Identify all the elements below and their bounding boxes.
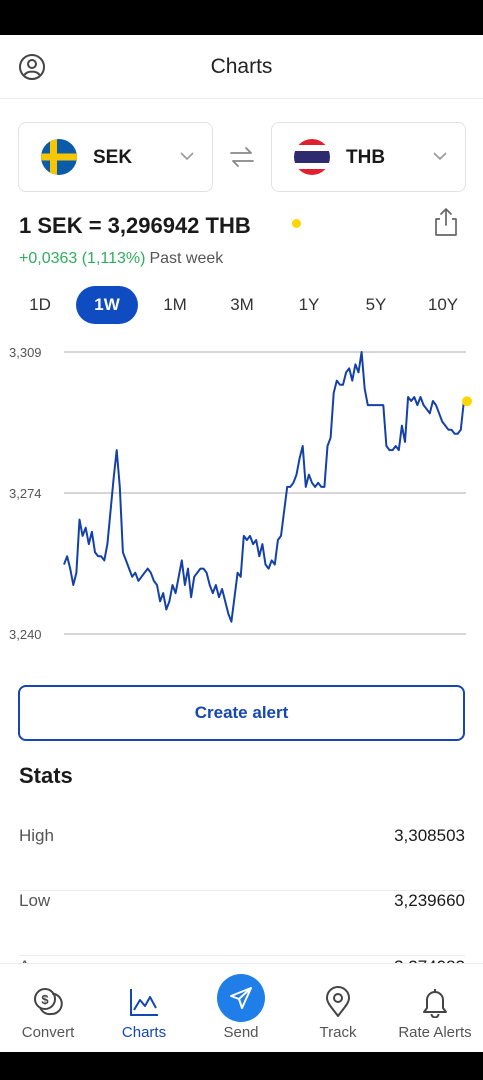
nav-charts[interactable]: Charts [96, 964, 192, 1052]
app-screen: Charts SEK THB 1 SEK = 3,296942 THB +0,0… [0, 35, 483, 1052]
swap-icon[interactable] [229, 145, 255, 169]
tab-10y[interactable]: 10Y [412, 286, 474, 324]
chart-line-icon [130, 989, 158, 1016]
latest-point-marker [462, 396, 472, 407]
create-alert-button[interactable]: Create alert [18, 685, 465, 741]
rate-series-line [63, 351, 468, 623]
sweden-flag-icon [41, 139, 77, 175]
bottom-navigation: $ Convert Charts Send Track Rate Alerts [0, 963, 483, 1052]
top-bar: Charts [0, 35, 483, 99]
page-title: Charts [210, 55, 273, 78]
send-paper-plane-icon [230, 987, 252, 1009]
nav-rate-alerts[interactable]: Rate Alerts [387, 964, 483, 1052]
chevron-down-icon [433, 152, 447, 161]
convert-coins-icon: $ [34, 988, 63, 1016]
tab-5y[interactable]: 5Y [345, 286, 407, 324]
from-currency-select[interactable]: SEK [18, 122, 213, 192]
stat-label: High [19, 826, 54, 845]
stat-label: Low [19, 891, 51, 910]
y-tick-label: 3,309 [9, 345, 42, 360]
send-button-circle [217, 974, 265, 1022]
tab-3m[interactable]: 3M [211, 286, 273, 324]
bell-icon [423, 989, 447, 1018]
nav-track[interactable]: Track [290, 964, 386, 1052]
nav-label: Send [223, 1024, 259, 1041]
tab-1y[interactable]: 1Y [278, 286, 340, 324]
time-range-tabs: 1D 1W 1M 3M 1Y 5Y 10Y [0, 286, 483, 326]
tab-1d[interactable]: 1D [9, 286, 71, 324]
nav-label: Rate Alerts [398, 1024, 472, 1041]
to-currency-code: THB [346, 147, 386, 168]
stat-value: 3,308503 [394, 826, 465, 845]
tab-1m[interactable]: 1M [144, 286, 206, 324]
nav-convert[interactable]: $ Convert [0, 964, 96, 1052]
stats-heading: Stats [19, 763, 73, 788]
nav-label: Charts [121, 1024, 167, 1041]
live-indicator-dot [292, 219, 301, 228]
nav-send[interactable]: Send [193, 964, 289, 1052]
exchange-rate: 1 SEK = 3,296942 THB [19, 213, 251, 238]
rate-change: +0,0363 (1,113%) Past week [19, 250, 223, 268]
location-pin-icon [326, 986, 350, 1017]
svg-text:$: $ [41, 992, 49, 1007]
rate-line-chart[interactable]: 3,309 3,274 3,240 [0, 335, 483, 655]
chevron-down-icon [180, 152, 194, 161]
nav-label: Convert [21, 1024, 75, 1041]
nav-label: Track [319, 1024, 357, 1041]
thailand-flag-icon [294, 139, 330, 175]
y-tick-label: 3,274 [9, 486, 42, 501]
y-tick-label: 3,240 [9, 627, 42, 642]
from-currency-code: SEK [93, 147, 133, 168]
to-currency-select[interactable]: THB [271, 122, 466, 192]
stat-value: 3,239660 [394, 891, 465, 910]
share-icon[interactable] [433, 207, 459, 237]
stat-row-high: High 3,308503 [19, 826, 465, 891]
change-delta: +0,0363 (1,113%) [19, 250, 146, 267]
stat-row-low: Low 3,239660 [19, 891, 465, 956]
change-period: Past week [149, 250, 224, 267]
tab-1w[interactable]: 1W [76, 286, 138, 324]
